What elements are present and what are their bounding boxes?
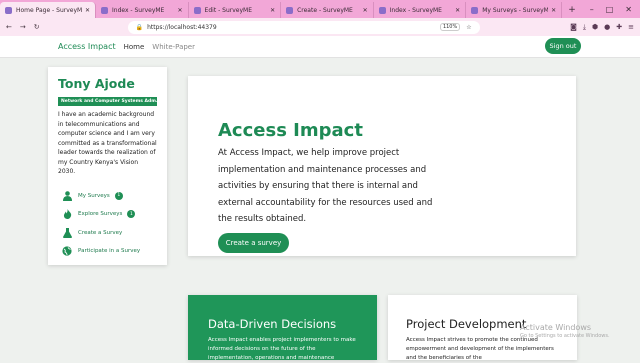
close-icon[interactable]: ✕ <box>363 7 368 14</box>
job-title-badge: Network and Computer Systems Adm... <box>58 97 157 106</box>
minimize-icon[interactable]: – <box>590 5 594 14</box>
hero-card: Access Impact At Access Impact, we help … <box>188 76 576 256</box>
browser-tab[interactable]: Create - SurveyME ✕ <box>281 2 374 18</box>
site-navbar: Access Impact Home White-Paper Sign out <box>0 36 640 58</box>
flame-icon <box>62 209 72 220</box>
tab-favicon-icon <box>378 6 386 14</box>
watermark-subtitle: Go to Settings to activate Windows. <box>520 333 610 339</box>
close-icon[interactable]: ✕ <box>455 7 460 14</box>
count-badge: 1 <box>127 210 136 219</box>
tab-favicon-icon <box>471 6 479 14</box>
count-badge: 1 <box>114 191 123 200</box>
tab-title: My Surveys - SurveyME <box>482 6 549 14</box>
windows-activation-watermark: Activate Windows Go to Settings to activ… <box>520 323 610 339</box>
tab-title: Create - SurveyME <box>297 6 353 14</box>
hero-title: Access Impact <box>218 120 363 141</box>
menu-item-label: Explore Surveys <box>78 211 123 218</box>
menu-item-label: My Surveys <box>78 192 110 199</box>
close-icon[interactable]: ✕ <box>85 7 90 14</box>
address-bar-row: ← → ↻ 🔒 https://localhost:44379 110% ☆ ◙… <box>0 18 640 36</box>
menu-item-label: Create a Survey <box>78 229 123 236</box>
menu-item-create-survey[interactable]: Create a Survey <box>58 224 157 243</box>
feature-text: Access Impact enables project implemente… <box>208 337 356 361</box>
feature-title: Data-Driven Decisions <box>208 317 337 331</box>
star-icon[interactable]: ☆ <box>466 24 471 31</box>
zoom-indicator[interactable]: 110% <box>439 23 461 31</box>
url-field[interactable]: 🔒 https://localhost:44379 110% ☆ <box>127 20 480 34</box>
profile-name: Tony Ajode <box>58 76 135 91</box>
browser-tab[interactable]: Edit - SurveyME ✕ <box>189 2 282 18</box>
account-icon[interactable]: ● <box>604 23 610 32</box>
maximize-icon[interactable]: □ <box>606 5 614 14</box>
hero-description: At Access Impact, we help improve projec… <box>218 148 433 224</box>
menu-item-participate[interactable]: Participate in a Survey <box>58 242 157 261</box>
nav-home[interactable]: Home <box>124 43 145 51</box>
tab-title: Edit - SurveyME <box>204 6 252 14</box>
sign-out-button[interactable]: Sign out <box>545 38 581 54</box>
profile-menu: My Surveys 1 Explore Surveys 1 Create a … <box>58 187 157 261</box>
close-icon[interactable]: ✕ <box>551 7 556 14</box>
extension-icon[interactable]: ⬢ <box>592 23 598 32</box>
new-tab-icon[interactable]: + <box>562 5 582 18</box>
globe-icon <box>62 246 72 256</box>
menu-item-label: Participate in a Survey <box>78 248 141 255</box>
back-icon[interactable]: ← <box>6 23 12 31</box>
browser-tab[interactable]: Index - SurveyME ✕ <box>374 2 467 18</box>
browser-tab[interactable]: My Surveys - SurveyME ✕ <box>466 2 563 18</box>
person-icon <box>62 190 72 201</box>
feature-card-data-driven: Data-Driven Decisions Access Impact enab… <box>188 295 377 361</box>
flask-icon <box>62 227 72 238</box>
browser-tab[interactable]: Index - SurveyME ✕ <box>96 2 189 18</box>
download-icon[interactable]: ⤓ <box>583 23 586 32</box>
tab-favicon-icon <box>101 6 108 14</box>
brand-link[interactable]: Access Impact <box>58 42 116 51</box>
puzzle-icon[interactable]: ✚ <box>616 23 622 32</box>
tab-favicon-icon <box>286 6 294 14</box>
lock-icon: 🔒 <box>135 23 144 31</box>
feature-text: Access Impact strives to promote the con… <box>406 337 554 361</box>
menu-item-my-surveys[interactable]: My Surveys 1 <box>58 187 157 206</box>
close-icon[interactable]: ✕ <box>270 7 275 14</box>
reload-icon[interactable]: ↻ <box>34 23 40 31</box>
profile-card: Tony Ajode Network and Computer Systems … <box>48 67 167 265</box>
url-text: https://localhost:44379 <box>147 23 217 31</box>
watermark-title: Activate Windows <box>520 323 592 332</box>
browser-tab[interactable]: Home Page - SurveyME ✕ <box>0 2 96 18</box>
tab-title: Home Page - SurveyME <box>16 6 82 14</box>
browser-tabbar: Home Page - SurveyME ✕ Index - SurveyME ✕ … <box>0 0 640 18</box>
menu-item-explore-surveys[interactable]: Explore Surveys 1 <box>58 205 157 224</box>
close-icon[interactable]: ✕ <box>178 7 183 14</box>
tab-title: Index - SurveyME <box>389 6 442 14</box>
pocket-icon[interactable]: ◙ <box>570 23 577 32</box>
nav-white-paper[interactable]: White-Paper <box>152 43 195 51</box>
menu-icon[interactable]: ≡ <box>628 23 634 32</box>
window-close-icon[interactable]: ✕ <box>625 5 632 14</box>
tab-title: Index - SurveyME <box>112 6 165 14</box>
tab-favicon-icon <box>193 6 201 14</box>
create-survey-button[interactable]: Create a survey <box>218 232 289 253</box>
profile-bio: I have an academic background in telecom… <box>58 111 157 175</box>
tab-favicon-icon <box>5 6 12 14</box>
forward-icon[interactable]: → <box>20 23 26 31</box>
